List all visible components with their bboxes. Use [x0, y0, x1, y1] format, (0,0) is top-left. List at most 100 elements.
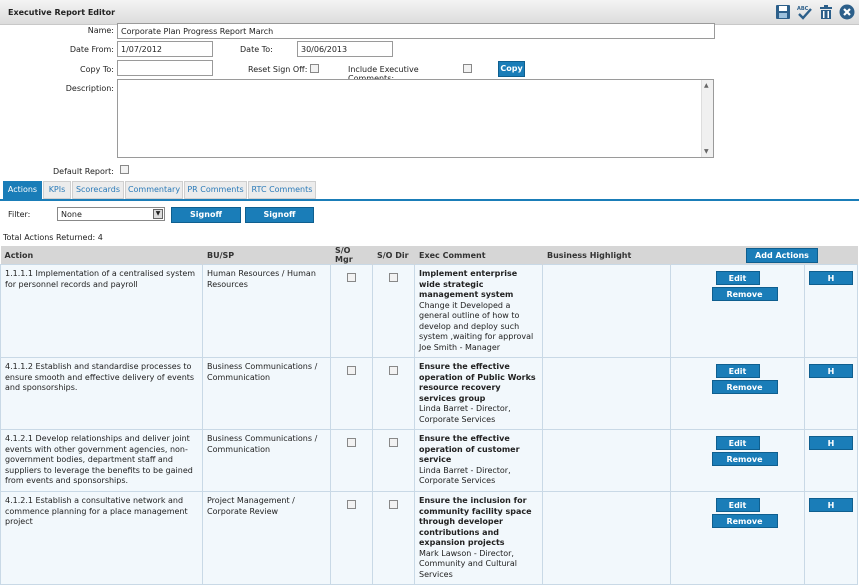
bu-sp-cell: Business Communications / Communication [202, 429, 331, 492]
so-dir-cell [372, 357, 415, 430]
include-exec-comments-checkbox[interactable] [463, 64, 472, 73]
h-cell: H [804, 357, 858, 430]
business-highlight-cell [542, 491, 671, 585]
so-dir-cell [372, 491, 415, 585]
header-bu-sp: BU/SP [202, 246, 331, 265]
save-icon[interactable] [775, 4, 791, 20]
table-row: 1.1.1.1 Implementation of a centralised … [0, 264, 858, 358]
so-mgr-cell [330, 491, 373, 585]
table-row: 4.1.1.2 Establish and standardise proces… [0, 357, 858, 430]
action-cell: 4.1.1.2 Establish and standardise proces… [0, 357, 203, 430]
bu-sp-cell: Project Management / Corporate Review [202, 491, 331, 585]
tab-actions[interactable]: Actions [3, 181, 42, 199]
exec-comment-cell: Ensure the inclusion for community facil… [414, 491, 543, 585]
table-row: 4.1.2.1 Establish a consultative network… [0, 491, 858, 585]
exec-comment-title: Ensure the effective operation of custom… [419, 434, 520, 464]
tab-underline [0, 199, 859, 201]
date-from-label: Date From: [69, 45, 114, 54]
copy-to-label: Copy To: [80, 65, 114, 74]
filter-value: None [61, 210, 82, 219]
tab-pr-comments[interactable]: PR Comments [184, 181, 247, 199]
name-label: Name: [87, 26, 114, 35]
exec-comment-title: Ensure the effective operation of Public… [419, 362, 536, 403]
tab-kpis[interactable]: KPIs [43, 181, 71, 199]
delete-icon[interactable] [818, 4, 834, 20]
row-actions-cell: Edit Remove [670, 357, 805, 430]
edit-button[interactable]: Edit [715, 498, 760, 512]
tab-rtc-comments[interactable]: RTC Comments [248, 181, 316, 199]
remove-button[interactable]: Remove [711, 380, 778, 394]
header-action: Action [0, 246, 203, 265]
scroll-up-icon[interactable]: ▲ [704, 82, 709, 89]
h-button[interactable]: H [809, 498, 853, 512]
so-dir-cell [372, 264, 415, 358]
add-actions-button[interactable]: Add Actions [746, 247, 818, 263]
signoff-director-button[interactable]: Signoff Director [245, 207, 314, 233]
so-mgr-checkbox[interactable] [347, 438, 356, 447]
name-input[interactable]: Corporate Plan Progress Report March [117, 23, 715, 39]
h-cell: H [804, 491, 858, 585]
h-cell: H [804, 264, 858, 358]
so-mgr-cell [330, 429, 373, 492]
exec-comment-cell: Ensure the effective operation of custom… [414, 429, 543, 492]
exec-comment-body: Change it Developed a general outline of… [419, 300, 534, 342]
header-so-dir: S/O Dir [372, 246, 415, 265]
so-mgr-cell [330, 264, 373, 358]
description-textarea[interactable]: ▲ ▼ [117, 79, 714, 158]
exec-comment-title: Ensure the inclusion for community facil… [419, 496, 532, 547]
header-business-highlight: Business Highlight [542, 246, 671, 265]
svg-text:ABC: ABC [797, 6, 809, 12]
row-actions-cell: Edit Remove [670, 429, 805, 492]
tab-scorecards[interactable]: Scorecards [72, 181, 124, 199]
date-to-label: Date To: [240, 45, 273, 54]
spellcheck-icon[interactable]: ABC [796, 4, 812, 20]
edit-button[interactable]: Edit [715, 436, 760, 450]
date-to-input[interactable]: 30/06/2013 [297, 41, 393, 57]
so-dir-cell [372, 429, 415, 492]
default-report-checkbox[interactable] [120, 165, 129, 174]
so-dir-checkbox[interactable] [389, 500, 398, 509]
reset-signoff-checkbox[interactable] [310, 64, 319, 73]
h-button[interactable]: H [809, 436, 853, 450]
default-report-label: Default Report: [53, 167, 114, 176]
remove-button[interactable]: Remove [711, 514, 778, 528]
so-mgr-cell [330, 357, 373, 430]
action-cell: 4.1.2.1 Establish a consultative network… [0, 491, 203, 585]
date-from-input[interactable]: 1/07/2012 [117, 41, 213, 57]
header-exec-comment: Exec Comment [414, 246, 543, 265]
bu-sp-cell: Business Communications / Communication [202, 357, 331, 430]
so-mgr-checkbox[interactable] [347, 273, 356, 282]
business-highlight-cell [542, 357, 671, 430]
remove-button[interactable]: Remove [711, 452, 778, 466]
row-actions-cell: Edit Remove [670, 264, 805, 358]
table-header-row: Action BU/SP S/O Mgr S/O Dir Exec Commen… [0, 246, 858, 265]
header-add-actions-cell: Add Actions [670, 246, 858, 265]
scroll-down-icon[interactable]: ▼ [704, 148, 709, 155]
copy-to-input[interactable] [117, 60, 213, 76]
table-row: 4.1.2.1 Develop relationships and delive… [0, 429, 858, 492]
edit-button[interactable]: Edit [715, 364, 760, 378]
signoff-manager-button[interactable]: Signoff Manager [171, 207, 241, 233]
total-actions-label: Total Actions Returned: 4 [3, 233, 103, 242]
copy-button[interactable]: Copy [498, 61, 525, 77]
exec-comment-author: Joe Smith - Manager [419, 342, 501, 352]
actions-table: Action BU/SP S/O Mgr S/O Dir Exec Commen… [0, 246, 858, 585]
so-dir-checkbox[interactable] [389, 438, 398, 447]
business-highlight-cell [542, 429, 671, 492]
h-cell: H [804, 429, 858, 492]
bu-sp-cell: Human Resources / Human Resources [202, 264, 331, 358]
row-actions-cell: Edit Remove [670, 491, 805, 585]
so-mgr-checkbox[interactable] [347, 500, 356, 509]
close-icon[interactable] [839, 4, 855, 20]
so-mgr-checkbox[interactable] [347, 366, 356, 375]
remove-button[interactable]: Remove [711, 287, 778, 301]
h-button[interactable]: H [809, 271, 853, 285]
chevron-down-icon[interactable]: ▼ [153, 209, 163, 219]
filter-select[interactable]: None ▼ [57, 207, 165, 221]
tab-commentary[interactable]: Commentary [125, 181, 183, 199]
so-dir-checkbox[interactable] [389, 366, 398, 375]
h-button[interactable]: H [809, 364, 853, 378]
so-dir-checkbox[interactable] [389, 273, 398, 282]
edit-button[interactable]: Edit [715, 271, 760, 285]
description-scrollbar[interactable]: ▲ ▼ [701, 80, 713, 157]
